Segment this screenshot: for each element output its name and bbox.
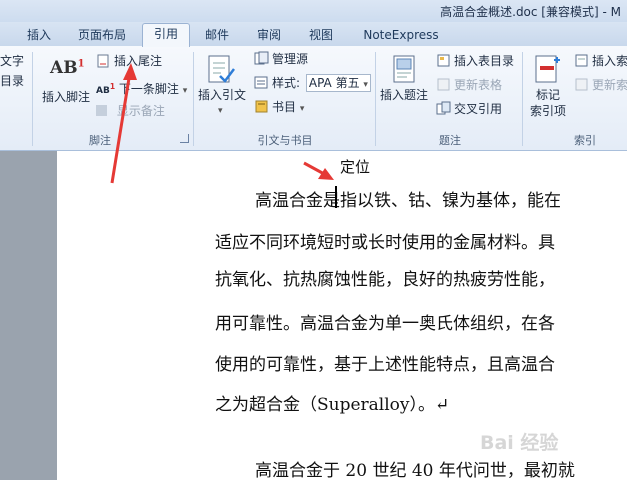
bibliography-icon (255, 100, 268, 113)
insert-index-button[interactable]: 插入索 (574, 52, 627, 70)
insert-citation-button[interactable]: 插入引文 ▾ (196, 52, 250, 122)
table-of-figures-icon (437, 54, 450, 67)
insert-footnote-button[interactable]: AB1 插入脚注 (38, 54, 94, 114)
insert-caption-button[interactable]: 插入题注 (378, 52, 432, 122)
update-table-button[interactable]: 更新表格 (436, 76, 502, 94)
style-dropdown[interactable]: APA 第五 ▾ (305, 74, 371, 92)
document-line-5[interactable]: 使用的可靠性，基于上述性能特点，且高温合 (215, 350, 555, 375)
update-index-icon (575, 78, 588, 91)
toc-cutoff-2[interactable]: 目录 (0, 72, 24, 90)
tab-insert[interactable]: 插入 (20, 25, 58, 45)
tab-mailings[interactable]: 邮件 (198, 25, 236, 45)
style-value: APA 第五 (308, 76, 360, 90)
insert-endnote-label: 插入尾注 (114, 54, 163, 68)
update-index-button[interactable]: 更新索 (574, 76, 627, 94)
chevron-down-icon: ▾ (182, 86, 188, 96)
citation-icon (208, 55, 235, 83)
next-footnote-icon: AB1 (96, 82, 116, 96)
document-line-2[interactable]: 适应不同环境短时或长时使用的金属材料。具 (215, 228, 555, 253)
mark-entry-button[interactable]: 标记 索引项 (524, 52, 572, 124)
text-cursor (335, 186, 337, 208)
chevron-down-icon: ▾ (218, 106, 223, 116)
document-line-4[interactable]: 用可靠性。高温合金为单一奥氏体组织，在各 (215, 309, 555, 334)
group-label-footnotes: 脚注 (89, 134, 111, 147)
style-icon (254, 76, 268, 89)
group-separator (522, 52, 523, 146)
group-separator (375, 52, 376, 146)
endnote-icon (97, 54, 109, 68)
tab-page-layout[interactable]: 页面布局 (70, 25, 134, 45)
update-table-icon (437, 78, 450, 91)
insert-index-icon (575, 54, 588, 67)
manage-sources-button[interactable]: 管理源 (254, 50, 308, 68)
next-footnote-button[interactable]: AB1 下一条脚注 ▾ (96, 78, 187, 96)
document-line-3[interactable]: 抗氧化、抗热腐蚀性能，良好的热疲劳性能， (215, 265, 555, 290)
tab-view[interactable]: 视图 (302, 25, 340, 45)
show-notes-button[interactable]: 显示备注 (96, 102, 165, 120)
cross-reference-icon (436, 101, 451, 115)
cross-reference-label: 交叉引用 (454, 102, 503, 116)
caption-icon (393, 55, 415, 83)
mark-entry-label-1: 标记 (536, 88, 561, 102)
dialog-launcher-icon[interactable] (180, 134, 189, 143)
insert-table-of-figures-label: 插入表目录 (454, 54, 515, 68)
ribbon-tabs: 插入 页面布局 引用 邮件 审阅 视图 NoteExpress (0, 22, 627, 47)
ribbon: 文字 目录 AB1 插入脚注 插入尾注 AB1 下一条脚注 ▾ 显示备注 脚注 (0, 46, 627, 151)
group-label-citations: 引文与书目 (257, 134, 313, 147)
tab-noteexpress[interactable]: NoteExpress (356, 25, 446, 45)
chevron-down-icon: ▾ (299, 104, 305, 114)
mark-entry-label-2: 索引项 (530, 104, 567, 118)
style-label: 样式: (272, 76, 301, 90)
manage-sources-label: 管理源 (272, 52, 309, 66)
document-line-7[interactable]: 高温合金于 20 世纪 40 年代问世，最初就 (255, 456, 575, 481)
group-label-captions: 题注 (439, 134, 461, 147)
mark-entry-icon (535, 55, 560, 83)
window-title: 高温合金概述.doc [兼容模式] - M (440, 5, 621, 19)
title-bar: 高温合金概述.doc [兼容模式] - M (0, 0, 627, 22)
tab-references[interactable]: 引用 (142, 23, 190, 47)
document-line-1[interactable]: 高温合金是指以铁、钴、镍为基体，能在 (255, 186, 561, 211)
show-notes-icon (96, 105, 107, 116)
insert-caption-label: 插入题注 (380, 88, 429, 102)
update-table-label: 更新表格 (454, 78, 503, 92)
document-line-6[interactable]: 之为超合金（Superalloy）。↵ (215, 390, 449, 415)
insert-citation-label: 插入引文 (198, 88, 247, 102)
chevron-down-icon: ▾ (363, 80, 368, 90)
toc-cutoff-1[interactable]: 文字 (0, 52, 24, 70)
group-separator (32, 52, 33, 146)
footnote-icon: AB1 (50, 58, 85, 78)
insert-table-of-figures-button[interactable]: 插入表目录 (436, 52, 514, 70)
show-notes-label: 显示备注 (116, 104, 165, 118)
bibliography-label: 书目 (272, 100, 297, 114)
tab-review[interactable]: 审阅 (250, 25, 288, 45)
insert-index-label: 插入索 (592, 54, 627, 68)
insert-endnote-button[interactable]: 插入尾注 (96, 52, 162, 70)
group-label-index: 索引 (574, 134, 596, 147)
style-selector[interactable]: 样式: APA 第五 ▾ (254, 74, 371, 92)
cross-reference-button[interactable]: 交叉引用 (436, 100, 502, 118)
bibliography-button[interactable]: 书目 ▾ (254, 98, 304, 116)
update-index-label: 更新索 (592, 78, 627, 92)
manage-sources-icon (254, 51, 269, 65)
next-footnote-label: 下一条脚注 (118, 82, 179, 96)
insert-footnote-label: 插入脚注 (42, 90, 91, 104)
annotation-label: 定位 (340, 158, 371, 176)
group-separator (193, 52, 194, 146)
watermark: Bai 经验 (480, 432, 559, 454)
